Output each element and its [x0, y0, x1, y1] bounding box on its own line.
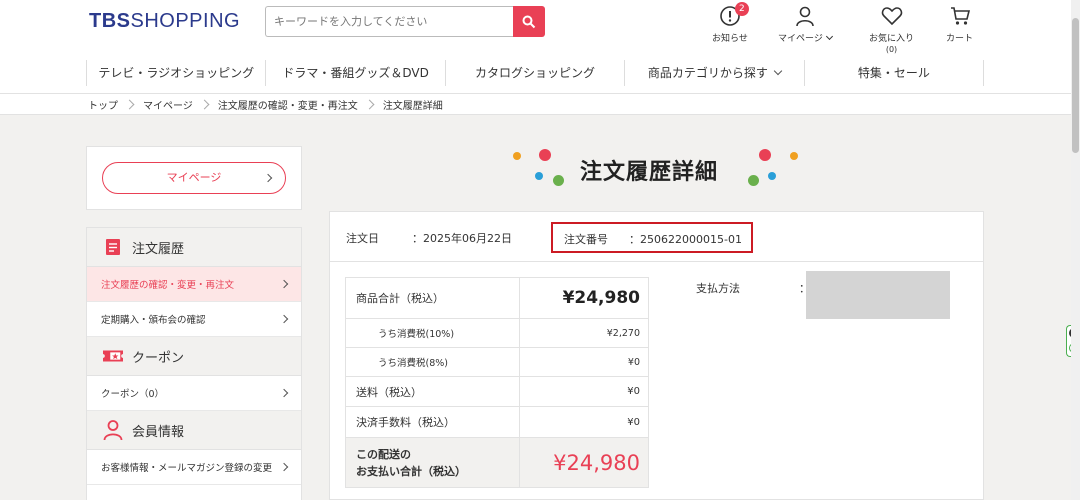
breadcrumb-mypage[interactable]: マイページ	[143, 97, 193, 112]
chevron-right-icon	[279, 462, 289, 472]
decor-dot	[539, 149, 551, 161]
sidebar-item-subscription[interactable]: 定期購入・頒布会の確認	[87, 302, 301, 337]
cart-link[interactable]: カート	[946, 4, 973, 44]
breadcrumb-top[interactable]: トップ	[88, 97, 118, 112]
mypage-button[interactable]: マイページ	[102, 162, 286, 194]
mypage-link[interactable]: マイページ	[778, 4, 833, 44]
cart-icon	[950, 7, 970, 25]
breadcrumb-order-history[interactable]: 注文履歴の確認・変更・再注文	[218, 97, 358, 112]
gnav-catalog[interactable]: カタログショッピング	[446, 60, 626, 86]
decor-dot	[748, 175, 759, 186]
gnav-feature-sale[interactable]: 特集・セール	[805, 60, 985, 86]
table-row: 送料（税込） ¥0	[345, 376, 649, 407]
sidebar-item-coupon[interactable]: クーポン（0）	[87, 376, 301, 411]
chevron-right-icon	[199, 99, 210, 109]
decor-dot	[768, 172, 776, 180]
search-button[interactable]	[513, 6, 545, 37]
decor-dot	[790, 152, 798, 160]
sidebar-item-customer-info[interactable]: お客様情報・メールマガジン登録の変更	[87, 450, 301, 485]
decor-dot	[553, 175, 564, 186]
sidebar-menu: 注文履歴 注文履歴の確認・変更・再注文 定期購入・頒布会の確認 クーポン クーポ…	[86, 227, 302, 500]
notice-link[interactable]: 2 お知らせ	[712, 2, 749, 44]
chevron-down-icon	[825, 32, 833, 41]
heart-icon	[881, 7, 902, 26]
site-logo[interactable]: TBSSHOPPING	[89, 10, 240, 33]
coupon-icon	[103, 350, 123, 362]
chevron-right-icon	[263, 173, 273, 183]
total-row: この配送の お支払い合計（税込） ¥24,980	[345, 437, 649, 488]
search-icon	[522, 15, 536, 28]
chevron-right-icon	[279, 314, 289, 324]
sidebar-section-member: 会員情報	[87, 411, 301, 450]
chevron-right-icon	[364, 99, 375, 109]
chevron-right-icon	[124, 99, 135, 109]
document-icon	[106, 239, 120, 255]
order-number-value: ：250622000015-01	[629, 233, 742, 246]
decor-dot	[513, 152, 521, 160]
total-amount: ¥24,980	[519, 437, 649, 488]
payment-method-redacted	[806, 271, 950, 319]
price-table: 商品合計（税込） ¥24,980 うち消費税(10%) ¥2,270 うち消費税…	[345, 277, 649, 488]
order-date-value: ：2025年06月22日	[412, 232, 512, 245]
site-header: TBSSHOPPING 2 お知らせ マイページ	[0, 0, 1080, 93]
sidebar-item-order-history[interactable]: 注文履歴の確認・変更・再注文	[87, 267, 301, 302]
order-info-row: 注文日 ：2025年06月22日 注文番号 ：250622000015-01	[330, 212, 983, 262]
order-number-highlight: 注文番号 ：250622000015-01	[551, 222, 753, 253]
breadcrumb: トップ マイページ 注文履歴の確認・変更・再注文 注文履歴詳細	[0, 93, 1080, 115]
order-number-label: 注文番号	[564, 233, 608, 246]
order-date-label: 注文日	[346, 232, 379, 245]
table-row: 商品合計（税込） ¥24,980	[345, 277, 649, 319]
order-detail-card: 注文日 ：2025年06月22日 注文番号 ：250622000015-01 商…	[329, 211, 984, 500]
decor-dot	[759, 149, 771, 161]
scrollbar-thumb[interactable]	[1072, 18, 1079, 153]
page-title: 注文履歴詳細	[580, 160, 719, 185]
breadcrumb-current: 注文履歴詳細	[382, 100, 443, 112]
decor-dot	[535, 172, 543, 180]
chevron-right-icon	[279, 388, 289, 398]
search-bar	[265, 6, 545, 37]
search-input[interactable]	[265, 6, 514, 37]
table-row: うち消費税(8%) ¥0	[345, 347, 649, 377]
sidebar-section-coupon: クーポン	[87, 337, 301, 376]
payment-method-label: 支払方法	[696, 282, 740, 295]
table-row: 決済手数料（税込） ¥0	[345, 406, 649, 438]
chevron-right-icon	[279, 279, 289, 289]
person-icon	[103, 420, 123, 441]
favorite-link[interactable]: お気に入り (0)	[869, 4, 914, 54]
gnav-tv-radio[interactable]: テレビ・ラジオショッピング	[86, 60, 267, 86]
gnav-category[interactable]: 商品カテゴリから探す	[625, 60, 805, 86]
sidebar-mypage-box: マイページ	[86, 146, 302, 210]
person-icon	[796, 6, 814, 27]
table-row: うち消費税(10%) ¥2,270	[345, 318, 649, 348]
scrollbar[interactable]	[1071, 0, 1080, 500]
notice-badge: 2	[734, 2, 749, 16]
global-nav: テレビ・ラジオショッピング ドラマ・番組グッズ＆DVD カタログショッピング 商…	[86, 60, 985, 86]
chevron-down-icon	[773, 66, 783, 76]
gnav-drama-goods[interactable]: ドラマ・番組グッズ＆DVD	[266, 60, 446, 86]
sidebar-section-order-history: 注文履歴	[87, 228, 301, 267]
